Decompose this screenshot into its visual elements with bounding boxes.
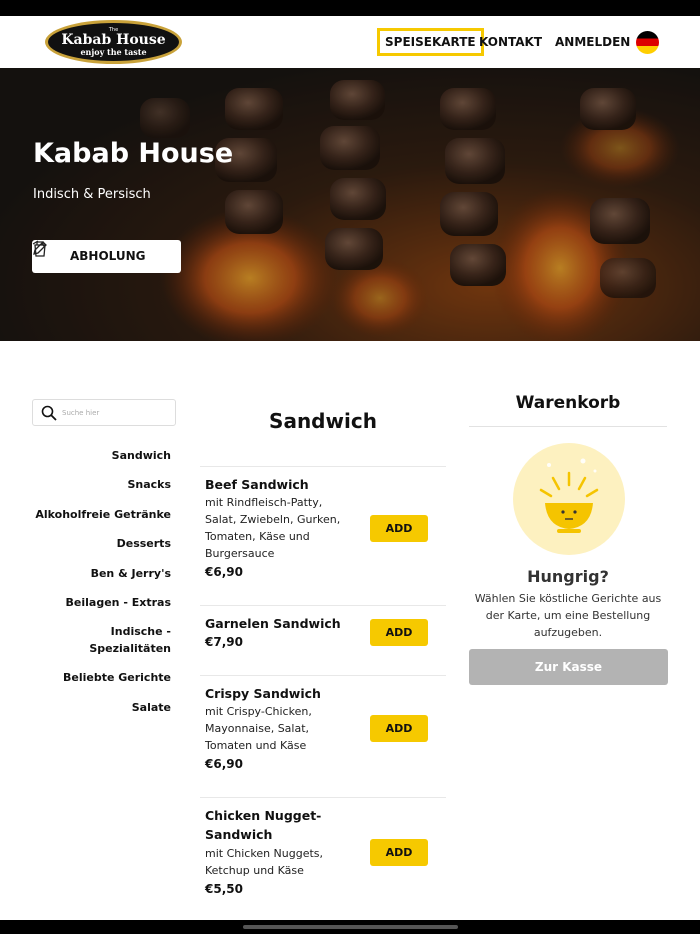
item-name: Garnelen Sandwich: [205, 616, 341, 631]
menu-item: Garnelen Sandwich €7,90 ADD: [200, 605, 446, 675]
logo-sub-text: enjoy the taste: [80, 47, 147, 57]
cart-empty-message: Wählen Sie köstliche Gerichte aus der Ka…: [472, 590, 664, 641]
menu-item: Beef Sandwich mit Rindfleisch-Patty, Sal…: [200, 466, 446, 605]
status-bar: [0, 0, 700, 16]
category-salate[interactable]: Salate: [132, 699, 171, 716]
order-mode-button[interactable]: ABHOLUNG: [32, 240, 181, 273]
nav-speisekarte[interactable]: SPEISEKARTE: [377, 28, 484, 56]
item-price: €6,90: [205, 757, 243, 771]
cart-title: Warenkorb: [515, 393, 621, 413]
search-input[interactable]: [62, 404, 170, 422]
checkout-button[interactable]: Zur Kasse: [469, 649, 668, 685]
item-description-line: Salat, Zwiebeln, Gurken,: [205, 513, 341, 526]
category-desserts[interactable]: Desserts: [117, 535, 171, 552]
cart-empty-message-line: der Karte, um eine Bestellung: [485, 609, 651, 622]
cart-divider: [469, 426, 667, 427]
category-snacks[interactable]: Snacks: [127, 476, 171, 493]
kabab-house-logo[interactable]: The Kabab House enjoy the taste: [45, 20, 182, 64]
item-price: €5,50: [205, 882, 243, 896]
item-description-line: mit Rindfleisch-Patty,: [205, 496, 323, 509]
item-description-line: Tomaten, Käse und: [205, 530, 310, 543]
cart-empty-title: Hungrig?: [527, 567, 609, 586]
search-box[interactable]: [32, 399, 176, 426]
category-beliebte-gerichte[interactable]: Beliebte Gerichte: [63, 669, 171, 686]
category-indische-spezialitaeten-line2[interactable]: Spezialitäten: [89, 640, 171, 657]
item-description-line: Mayonnaise, Salat,: [205, 722, 310, 735]
menu-content: Sandwich Snacks Alkoholfreie Getränke De…: [0, 341, 700, 920]
cart-empty-message-line: aufzugeben.: [533, 626, 603, 639]
site-header: The Kabab House enjoy the taste SPEISEKA…: [0, 16, 700, 68]
category-sandwich[interactable]: Sandwich: [112, 447, 171, 464]
item-description-line: mit Crispy-Chicken,: [205, 705, 312, 718]
hero-banner: Kabab House Indisch & Persisch ABHOLUNG: [0, 68, 700, 341]
add-button[interactable]: ADD: [370, 515, 428, 542]
item-price: €7,90: [205, 635, 243, 649]
item-description-line: mit Chicken Nuggets,: [205, 847, 324, 860]
germany-flag-icon[interactable]: [636, 31, 659, 54]
item-description-line: Tomaten und Käse: [205, 739, 307, 752]
item-description-line: Ketchup und Käse: [205, 864, 304, 877]
item-name: Chicken Nugget-: [205, 808, 322, 823]
menu-item: Crispy Sandwich mit Crispy-Chicken, Mayo…: [200, 675, 446, 797]
add-button[interactable]: ADD: [370, 715, 428, 742]
item-price: €6,90: [205, 565, 243, 579]
category-beilagen-extras[interactable]: Beilagen - Extras: [66, 594, 171, 611]
search-icon: [41, 405, 57, 421]
item-name: Beef Sandwich: [205, 477, 309, 492]
grill-background-image: [0, 68, 700, 341]
restaurant-name: Kabab House: [33, 138, 234, 169]
home-indicator[interactable]: [243, 925, 458, 929]
nav-kontakt[interactable]: KONTAKT: [479, 28, 542, 56]
menu-item: Chicken Nugget- Sandwich mit Chicken Nug…: [200, 797, 446, 920]
item-name: Crispy Sandwich: [205, 686, 321, 701]
category-ben-and-jerrys[interactable]: Ben & Jerry's: [91, 565, 171, 582]
empty-cart-illustration: [513, 443, 625, 555]
cart-empty-message-line: Wählen Sie köstliche Gerichte aus: [474, 592, 662, 605]
item-name-line2: Sandwich: [205, 827, 273, 842]
add-button[interactable]: ADD: [370, 619, 428, 646]
item-description-line: Burgersauce: [205, 547, 275, 560]
add-button[interactable]: ADD: [370, 839, 428, 866]
smiling-bowl-icon: [539, 458, 599, 533]
logo-main-text: Kabab House: [61, 32, 166, 48]
pencil-icon: [33, 241, 47, 255]
section-title: Sandwich: [269, 409, 377, 433]
category-alkoholfreie-getraenke[interactable]: Alkoholfreie Getränke: [35, 506, 171, 523]
category-indische-spezialitaeten[interactable]: Indische -: [111, 623, 171, 640]
nav-anmelden[interactable]: ANMELDEN: [555, 28, 630, 56]
cuisine-subtitle: Indisch & Persisch: [33, 187, 151, 202]
order-mode-label: ABHOLUNG: [70, 249, 146, 263]
